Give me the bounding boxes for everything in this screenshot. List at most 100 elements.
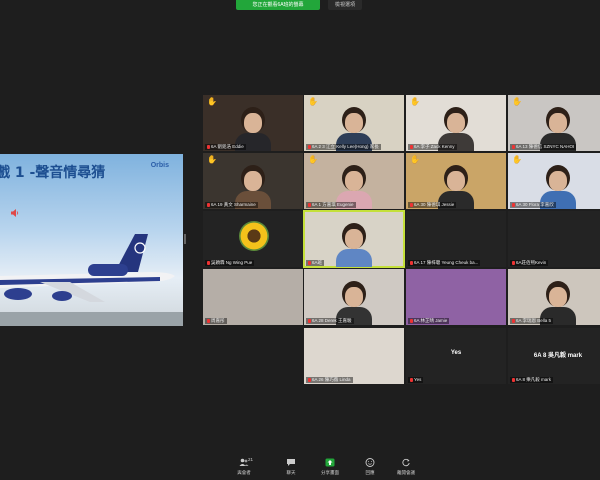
raised-hand-icon: ✋	[207, 97, 217, 106]
participant-name-text: 6A 8 樂凡毅 mark	[516, 377, 552, 382]
participant-video	[336, 249, 372, 267]
participant-name-text: 6A 13 陳德信 SZNYC NAHOI	[516, 144, 575, 149]
muted-mic-icon	[207, 202, 210, 207]
participant-tile[interactable]: 6A班	[303, 210, 405, 268]
participant-tile[interactable]: ✋ 6A 30 陳德琪 Jessie	[406, 153, 506, 209]
participant-name: 6A 30 Flora 李嘉欣	[510, 202, 556, 208]
share-screen-icon	[325, 458, 335, 467]
participant-name: 6A 13 陳德信 SZNYC NAHOI	[510, 144, 577, 150]
chat-icon	[287, 459, 295, 466]
muted-mic-icon	[207, 260, 210, 265]
participant-name-text: 6A 30 Flora 李嘉欣	[516, 202, 554, 207]
share-screen-button[interactable]: 分享畫面	[310, 458, 350, 476]
raised-hand-icon: ✋	[410, 155, 420, 164]
participant-face	[345, 229, 363, 249]
participant-name-text: 6A 1 方嘉琪 Eugenie	[312, 202, 354, 207]
participant-tile[interactable]: 6A莊佰熙Kevin	[508, 211, 600, 267]
participant-name-text: 6A 30 陳德琪 Jessie	[414, 202, 455, 207]
participant-tile[interactable]: ✋ 6A 13 陳德信 SZNYC NAHOI	[508, 95, 600, 151]
participant-display-name: 6A 8 吳凡毅 mark	[533, 353, 583, 359]
runway	[0, 312, 183, 326]
muted-mic-icon	[512, 377, 515, 382]
participant-name-text: 周嘉彤	[211, 318, 225, 323]
participant-tile[interactable]: ✋ 6A 19 黃文 Sharmaine	[203, 153, 303, 209]
muted-mic-icon	[207, 318, 210, 323]
participant-name-text: 6A 李瑞恩 Bella 5	[516, 318, 552, 323]
participant-name: 6A 2 3 江立 Kelly Lee(Hong) 家長	[306, 144, 381, 150]
participant-name: 6A 劉銘浩 Eddie	[205, 144, 246, 150]
participant-tile[interactable]: 6A 林芷晴 Jamie	[406, 269, 506, 325]
raised-hand-icon: ✋	[207, 155, 217, 164]
participant-tile[interactable]: ✋ 6A 劉銘浩 Eddie	[203, 95, 303, 151]
participant-count: 21	[248, 457, 254, 462]
participant-name: 6A 8 樂凡毅 mark	[510, 377, 554, 383]
speaker-icon	[11, 209, 19, 217]
leave-meeting-label: 離開會議	[397, 470, 415, 475]
participant-face	[345, 287, 363, 307]
participant-name: 6A 林芷晴 Jamie	[408, 318, 450, 324]
participant-tile[interactable]: ✋ 6A 30 Flora 李嘉欣	[508, 153, 600, 209]
participant-name: 6A 17 陳梓聰 Yeung Cheuk ba...	[408, 260, 481, 266]
muted-mic-icon	[410, 260, 413, 265]
reactions-button[interactable]: 回應	[350, 458, 390, 476]
participant-tile[interactable]: ✋ 6A 1 方嘉琪 Eugenie	[304, 153, 404, 209]
participant-tile[interactable]: 6A 8 吳凡毅 mark 6A 8 樂凡毅 mark	[508, 328, 600, 384]
muted-mic-icon	[512, 202, 515, 207]
participant-tile[interactable]: 6A 17 陳梓聰 Yeung Cheuk ba...	[406, 211, 506, 267]
participant-face	[244, 113, 262, 133]
participant-name-text: 6A 2 3 江立 Kelly Lee(Hong) 家長	[312, 144, 379, 149]
split-handle[interactable]	[184, 234, 186, 244]
share-screen-label: 分享畫面	[321, 470, 339, 475]
raised-hand-icon: ✋	[512, 155, 522, 164]
participant-tile[interactable]: ✋ 6A 2 3 江立 Kelly Lee(Hong) 家長	[304, 95, 404, 151]
muted-mic-icon	[308, 144, 311, 149]
participant-name: 6A 李子 Zack Kenny	[408, 144, 457, 150]
meeting-toolbar: 21 與會者 聊天 分享畫面 回應 離開會議	[0, 452, 600, 480]
participant-name-text: Yes	[414, 377, 422, 382]
chat-button[interactable]: 聊天	[271, 458, 311, 476]
participant-name: Yes	[408, 377, 424, 383]
raised-hand-icon: ✋	[512, 97, 522, 106]
participant-name: 6A 30 陳德琪 Jessie	[408, 202, 457, 208]
participant-name: 6A 1 方嘉琪 Eugenie	[306, 202, 356, 208]
muted-mic-icon	[410, 377, 413, 382]
participant-tile[interactable]: ✋ 6A 李子 Zack Kenny	[406, 95, 506, 151]
sunflower-avatar	[239, 221, 269, 251]
muted-mic-icon	[410, 318, 413, 323]
participant-tile[interactable]: 6A 26 陳巧薇 Linda	[304, 328, 404, 384]
participant-name-text: 6A 劉銘浩 Eddie	[211, 144, 244, 149]
muted-mic-icon	[512, 318, 515, 323]
participant-name-text: 6A班	[312, 260, 323, 265]
participant-name-text: 6A 26 陳巧薇 Linda	[312, 377, 351, 382]
muted-mic-icon	[308, 377, 311, 382]
participant-name-text: 6A 李子 Zack Kenny	[414, 144, 455, 149]
raised-hand-icon: ✋	[308, 97, 318, 106]
participants-button[interactable]: 21 與會者	[224, 457, 264, 476]
leave-meeting-button[interactable]: 離開會議	[386, 458, 426, 476]
view-options-button[interactable]: 檢視選項	[328, 0, 362, 10]
participant-tile[interactable]: 吳穎霖 Ng Wing Pue	[203, 211, 303, 267]
participant-face	[447, 171, 465, 191]
participant-name: 6A 28 Derek 王嘉駿	[306, 318, 354, 324]
participant-name-text: 吳穎霖 Ng Wing Pue	[211, 260, 253, 265]
participant-face	[549, 287, 567, 307]
participant-name: 6A班	[306, 260, 325, 266]
participant-face	[345, 171, 363, 191]
participant-tile[interactable]: Yes Yes	[406, 328, 506, 384]
refresh-icon	[402, 458, 410, 467]
muted-mic-icon	[308, 260, 311, 265]
participant-tile[interactable]: 6A 28 Derek 王嘉駿	[304, 269, 404, 325]
participant-face	[447, 113, 465, 133]
participant-name-text: 6A 19 黃文 Sharmaine	[211, 202, 256, 207]
muted-mic-icon	[308, 318, 311, 323]
participant-name: 周嘉彤	[205, 318, 227, 324]
muted-mic-icon	[410, 202, 413, 207]
participant-tile[interactable]: 6A 李瑞恩 Bella 5	[508, 269, 600, 325]
participant-face	[549, 113, 567, 133]
screen-share-indicator[interactable]: 您正在觀看6A班的螢幕	[236, 0, 320, 10]
participant-tile[interactable]: 周嘉彤	[203, 269, 303, 325]
raised-hand-icon: ✋	[410, 97, 420, 106]
participant-display-name: Yes	[450, 350, 462, 356]
raised-hand-icon: ✋	[308, 155, 318, 164]
participant-name-text: 6A莊佰熙Kevin	[516, 260, 547, 265]
